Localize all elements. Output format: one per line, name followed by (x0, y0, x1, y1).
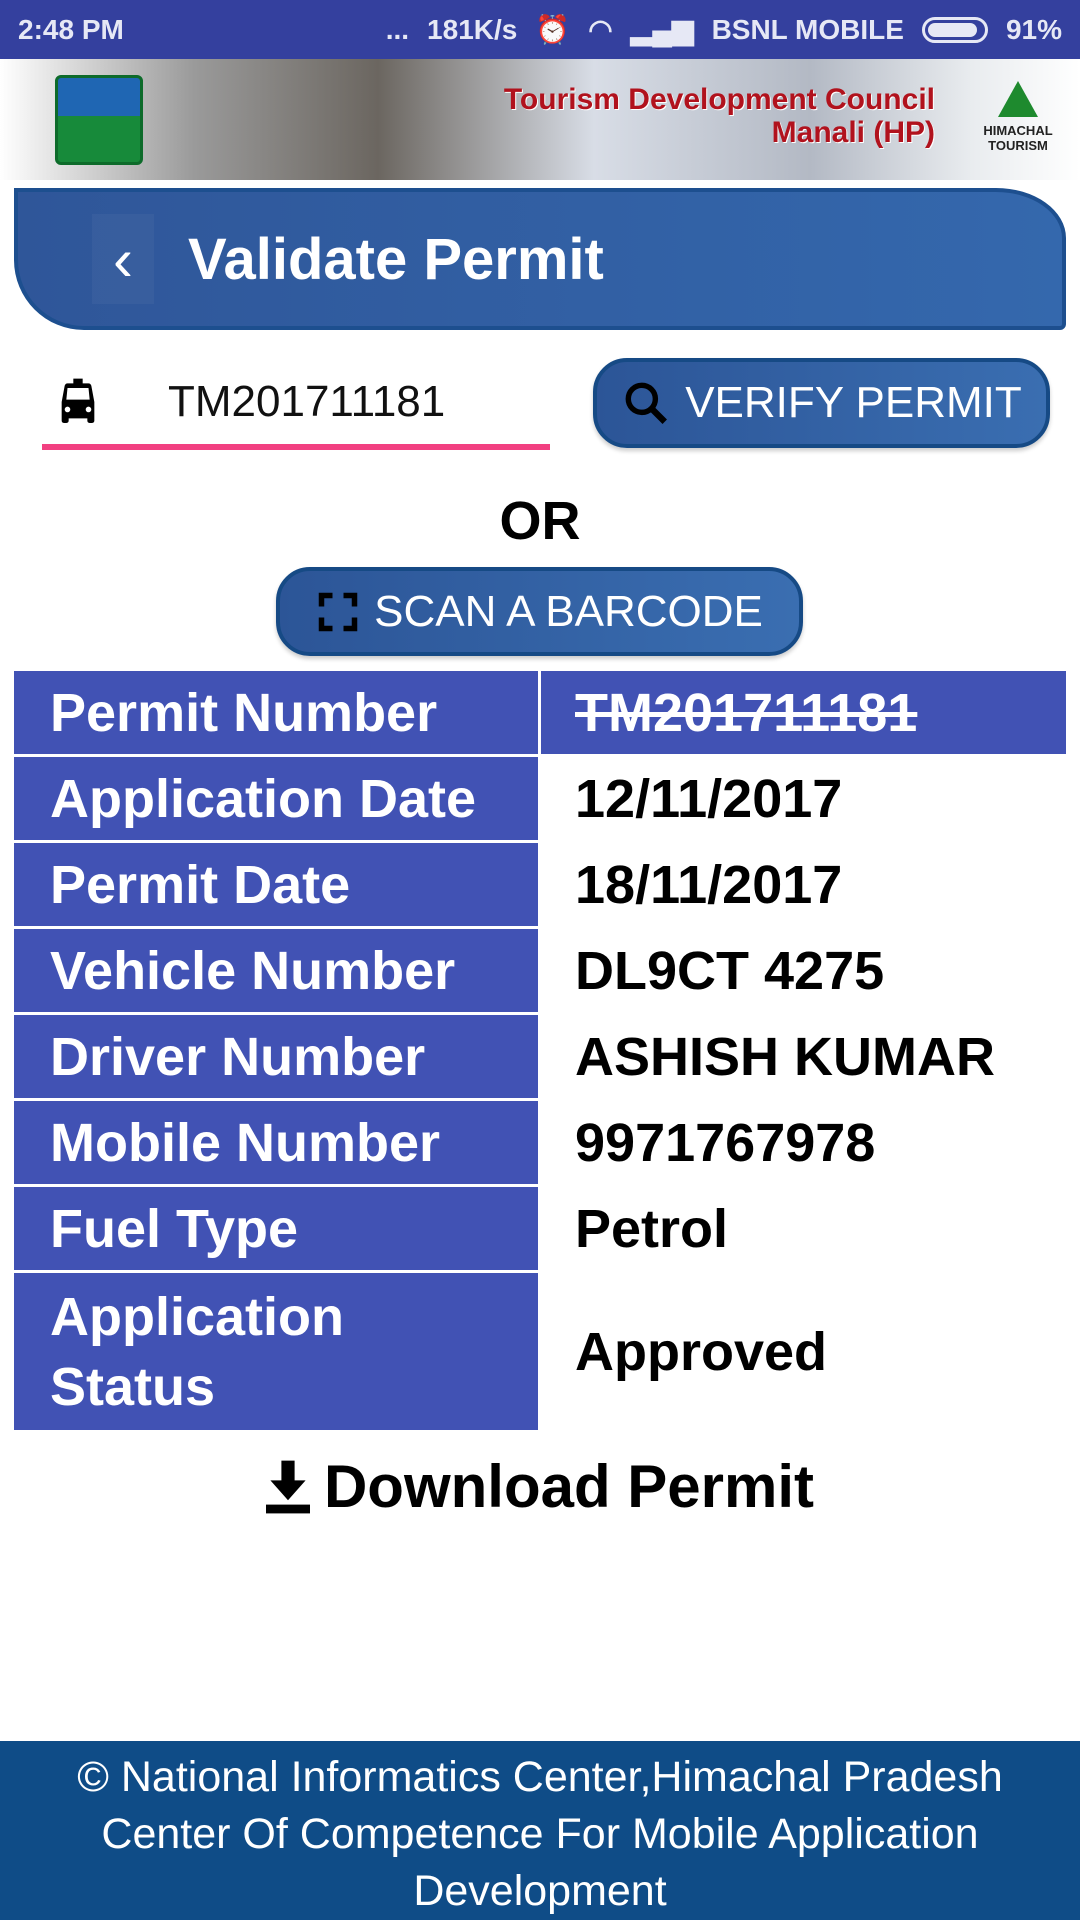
row-value: DL9CT 4275 (575, 940, 885, 1001)
back-button[interactable]: ‹ (92, 214, 154, 304)
table-row: Application Status Approved (14, 1273, 1066, 1430)
permit-number-input[interactable] (168, 377, 498, 427)
row-label: Vehicle Number (14, 929, 538, 1012)
scan-frame-icon (318, 592, 358, 631)
footer: © National Informatics Center,Himachal P… (0, 1741, 1080, 1920)
table-row: Permit Number TM201711181 (14, 671, 1066, 754)
battery-percent: 91% (1005, 13, 1062, 45)
status-bar: 2:48 PM ... 181K/s ⏰ ◠ ▂▄▆ BSNL MOBILE 9… (0, 0, 1080, 59)
download-permit-label: Download Permit (323, 1453, 815, 1520)
row-label: Permit Date (14, 843, 538, 926)
row-label: Application Status (14, 1273, 538, 1430)
row-value: 12/11/2017 (575, 768, 843, 829)
banner-title: Tourism Development Council Manali (HP) (504, 83, 935, 149)
table-row: Application Date 12/11/2017 (14, 757, 1066, 840)
row-value: Approved (575, 1321, 828, 1382)
row-value: TM201711181 (541, 671, 1066, 754)
network-speed: 181K/s (427, 13, 518, 45)
app-banner: Tourism Development Council Manali (HP) … (0, 59, 1080, 180)
permit-number-field (42, 360, 550, 450)
row-value: Petrol (575, 1198, 729, 1259)
scan-barcode-label: SCAN A BARCODE (374, 586, 763, 636)
himachal-tourism-logo: HIMACHAL TOURISM (968, 77, 1068, 153)
search-icon (625, 382, 668, 424)
banner-title-line1: Tourism Development Council (503, 83, 935, 116)
more-notifications-icon: ... (385, 13, 410, 45)
wifi-icon: ◠ (588, 14, 613, 45)
page-header: ‹ Validate Permit (14, 188, 1066, 330)
page-title: Validate Permit (188, 226, 604, 292)
taxi-icon (61, 378, 95, 423)
verify-permit-label: VERIFY PERMIT (685, 378, 1022, 427)
clock: 2:48 PM (18, 13, 124, 45)
download-icon (265, 1460, 310, 1513)
row-label: Driver Number (14, 1015, 538, 1098)
or-divider: OR (499, 491, 581, 551)
row-value: 18/11/2017 (575, 854, 843, 915)
carrier-name: BSNL MOBILE (711, 13, 904, 45)
alarm-icon: ⏰ (535, 14, 571, 45)
row-label: Permit Number (14, 671, 538, 754)
tdc-logo (55, 75, 143, 165)
footer-credit: Center Of Competence For Mobile Applicat… (101, 1810, 979, 1915)
row-value: 9971767978 (575, 1112, 876, 1173)
battery-icon (921, 16, 988, 43)
row-value: ASHISH KUMAR (575, 1026, 996, 1087)
chevron-left-icon: ‹ (113, 225, 133, 293)
row-label: Fuel Type (14, 1187, 538, 1270)
table-row: Driver Number ASHISH KUMAR (14, 1015, 1066, 1098)
banner-title-line2: Manali (HP) (771, 116, 935, 149)
table-row: Fuel Type Petrol (14, 1187, 1066, 1270)
table-row: Permit Date 18/11/2017 (14, 843, 1066, 926)
permit-details-table: Permit Number TM201711181 Application Dat… (14, 671, 1066, 1433)
signal-icon: ▂▄▆ (630, 14, 694, 45)
footer-copyright: © National Informatics Center,Himachal P… (77, 1753, 1003, 1801)
download-permit-link[interactable]: Download Permit (0, 1452, 1080, 1521)
row-label: Mobile Number (14, 1101, 538, 1184)
row-label: Application Date (14, 757, 538, 840)
table-row: Mobile Number 9971767978 (14, 1101, 1066, 1184)
table-row: Vehicle Number DL9CT 4275 (14, 929, 1066, 1012)
scan-barcode-button[interactable]: SCAN A BARCODE (276, 567, 803, 656)
verify-permit-button[interactable]: VERIFY PERMIT (593, 358, 1050, 448)
